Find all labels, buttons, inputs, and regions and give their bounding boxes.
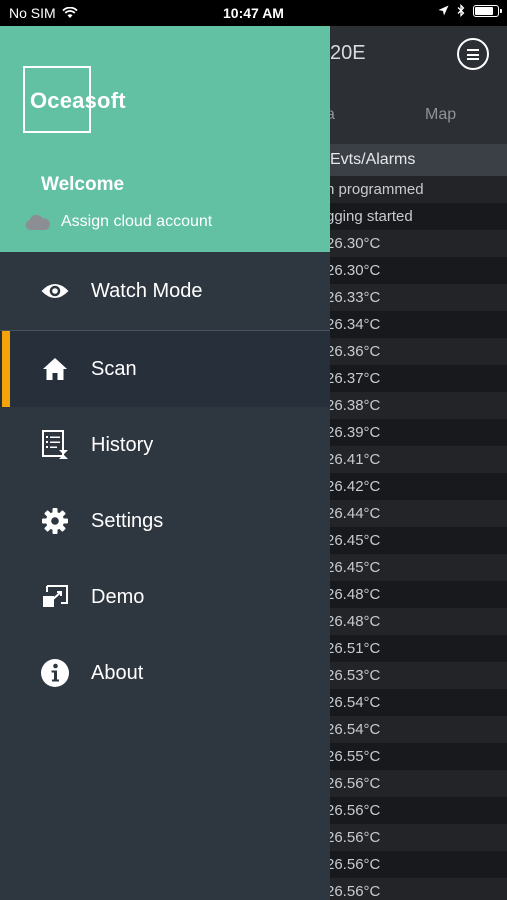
location-arrow-icon [438, 5, 449, 16]
list-item-value: 26.39°C [326, 424, 381, 441]
list-item-value: 26.51°C [326, 640, 381, 657]
menu-item-scan[interactable]: Scan [0, 331, 330, 407]
navigation-drawer: Oceasoft Welcome Assign cloud account Wa… [0, 26, 330, 900]
list-item-value: 26.55°C [326, 748, 381, 765]
list-item-value: 26.36°C [326, 343, 381, 360]
list-item-value: 26.56°C [326, 775, 381, 792]
bluetooth-icon [457, 4, 465, 17]
menu-item-about[interactable]: About [0, 635, 330, 711]
eye-icon [40, 276, 70, 306]
list-item-value: 26.56°C [326, 883, 381, 900]
menu-item-settings[interactable]: Settings [0, 483, 330, 559]
list-item-value: 26.53°C [326, 667, 381, 684]
list-item-value: gging started [326, 208, 413, 225]
battery-icon [473, 4, 502, 17]
status-bar: No SIM 10:47 AM [0, 0, 507, 26]
list-item-value: 26.48°C [326, 586, 381, 603]
gear-icon [40, 506, 70, 536]
list-item-value: 26.48°C [326, 613, 381, 630]
menu-label-history: History [91, 433, 154, 456]
history-icon [40, 430, 70, 460]
menu-item-history[interactable]: History [0, 407, 330, 483]
menu-label-settings: Settings [91, 509, 164, 532]
drawer-menu: Watch Mode Scan History Settings Demo Ab… [0, 252, 330, 711]
column-header-label: Evts/Alarms [330, 151, 416, 168]
list-item-value: n programmed [326, 181, 424, 198]
device-title: 20E [330, 42, 366, 64]
menu-label-about: About [91, 661, 144, 684]
assign-cloud-link[interactable]: Assign cloud account [24, 213, 212, 231]
menu-label-demo: Demo [91, 585, 145, 608]
cloud-icon [25, 214, 50, 230]
list-item-value: 26.30°C [326, 235, 381, 252]
list-item-value: 26.56°C [326, 829, 381, 846]
info-icon [40, 658, 70, 688]
menu-button[interactable] [457, 38, 489, 70]
oceasoft-logo: Oceasoft [30, 88, 126, 113]
list-item-value: 26.42°C [326, 478, 381, 495]
status-time: 10:47 AM [223, 5, 284, 21]
home-icon [40, 354, 70, 384]
list-item-value: 26.56°C [326, 802, 381, 819]
menu-label-watch-mode: Watch Mode [91, 279, 203, 302]
list-item-value: 26.37°C [326, 370, 381, 387]
list-item-value: 26.45°C [326, 532, 381, 549]
assign-cloud-label: Assign cloud account [61, 213, 213, 230]
list-item-value: 26.44°C [326, 505, 381, 522]
list-item-value: 26.41°C [326, 451, 381, 468]
tab-map[interactable]: Map [425, 106, 456, 124]
list-item-value: 26.33°C [326, 289, 381, 306]
list-item-value: 26.30°C [326, 262, 381, 279]
list-item-value: 26.34°C [326, 316, 381, 333]
list-item-value: 26.54°C [326, 721, 381, 738]
list-item-value: 26.54°C [326, 694, 381, 711]
list-item-value: 26.38°C [326, 397, 381, 414]
list-item-value: 26.45°C [326, 559, 381, 576]
drawer-header: Oceasoft Welcome Assign cloud account [0, 26, 330, 252]
menu-item-watch-mode[interactable]: Watch Mode [0, 252, 330, 331]
list-item-value: 26.56°C [326, 856, 381, 873]
menu-item-demo[interactable]: Demo [0, 559, 330, 635]
menu-label-scan: Scan [91, 357, 137, 380]
welcome-text: Welcome [41, 174, 125, 195]
demo-icon [40, 582, 70, 612]
